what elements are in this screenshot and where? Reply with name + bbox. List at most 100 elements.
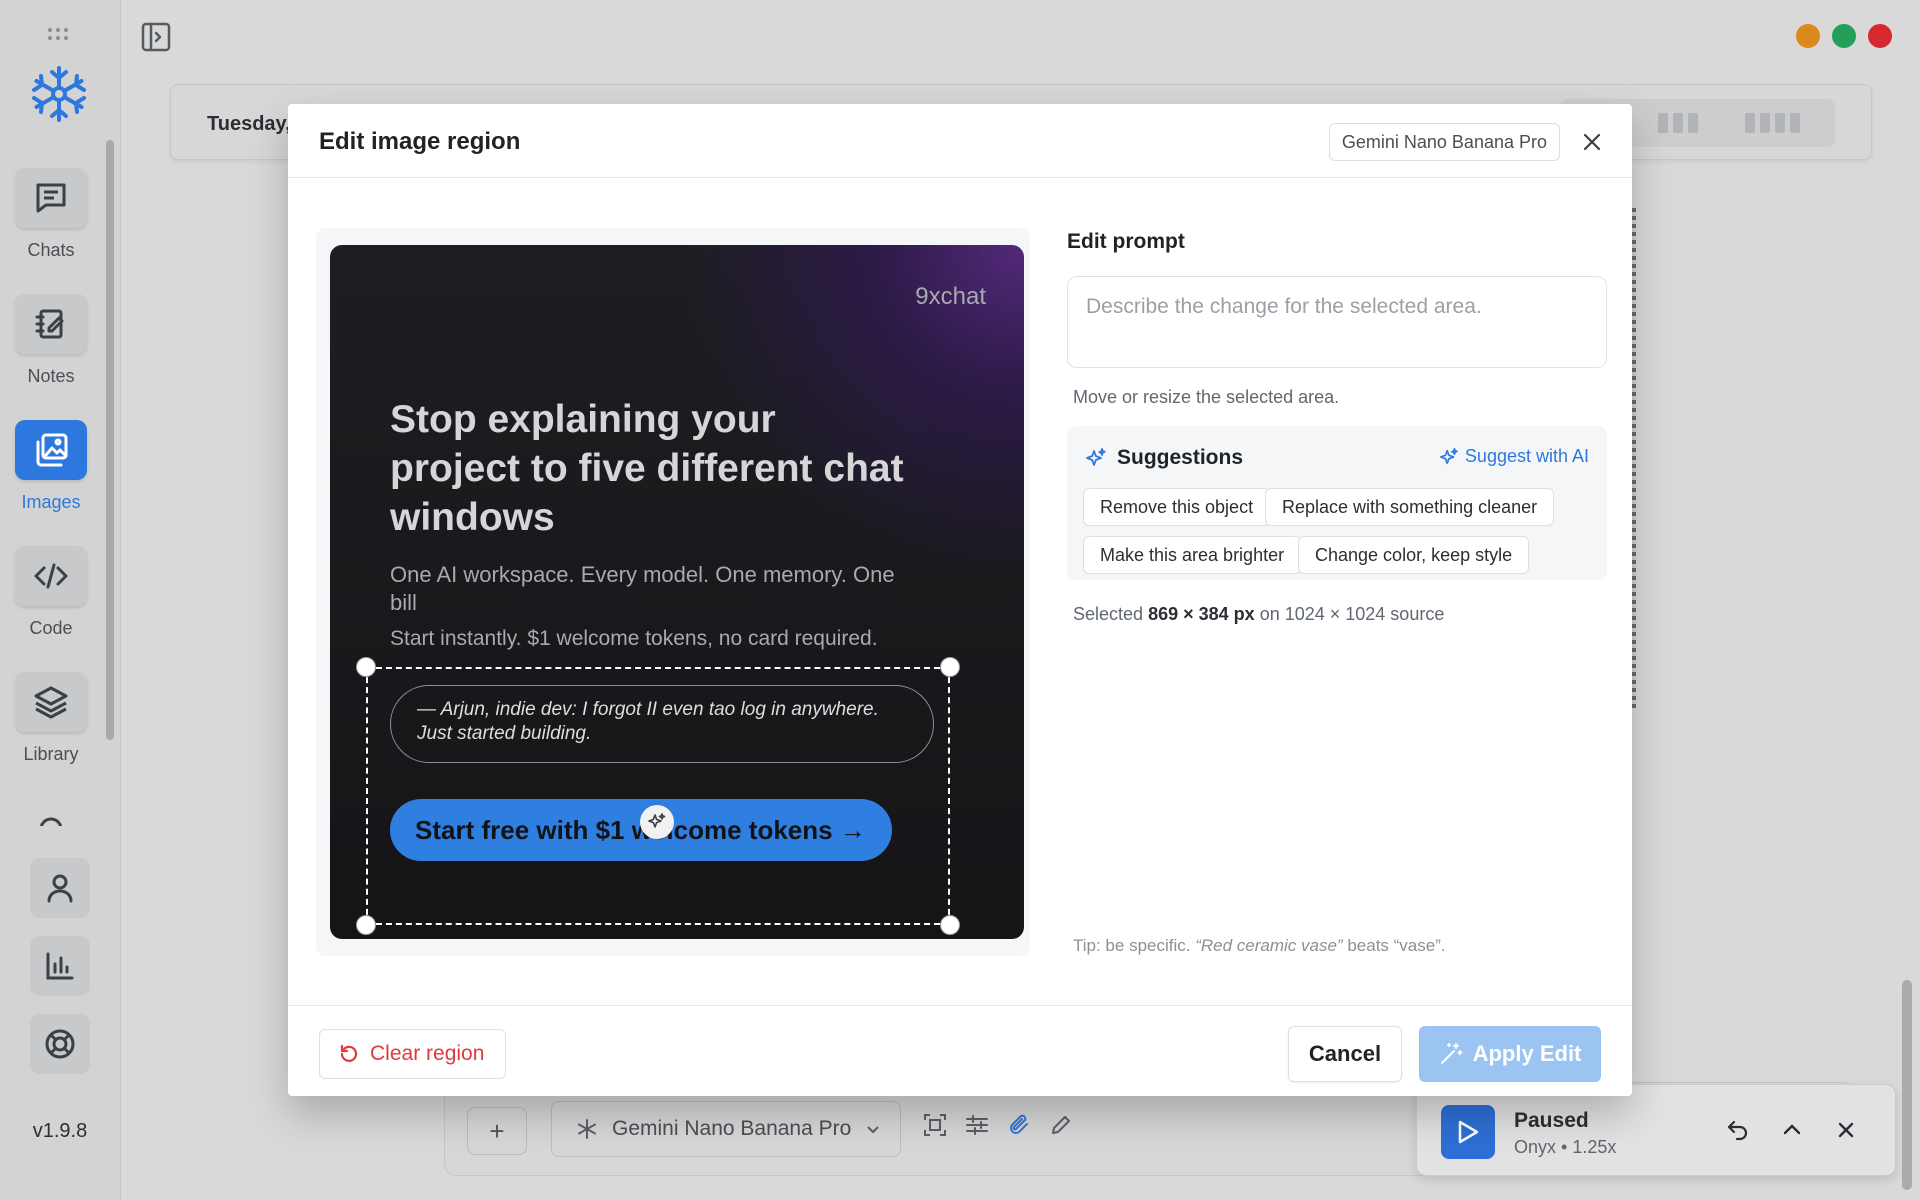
undo-icon xyxy=(1727,1120,1748,1141)
play-button[interactable] xyxy=(1441,1105,1495,1159)
sidebar-scrollbar[interactable] xyxy=(106,140,114,740)
sidebar-toggle-icon[interactable] xyxy=(141,22,171,52)
window-close-button[interactable] xyxy=(1868,24,1892,48)
dialog-footer: Clear region Cancel Apply Edit xyxy=(288,1005,1632,1096)
analytics-button[interactable] xyxy=(30,936,90,996)
resize-handle-top-right[interactable] xyxy=(940,657,960,677)
snowflake-logo-icon[interactable] xyxy=(29,64,89,124)
suggestion-chip-brighter[interactable]: Make this area brighter xyxy=(1083,536,1302,574)
window-maximize-button[interactable] xyxy=(1832,24,1856,48)
selection-hint: Move or resize the selected area. xyxy=(1073,387,1340,407)
cancel-button[interactable]: Cancel xyxy=(1288,1026,1402,1082)
suggest-with-ai-label: Suggest with AI xyxy=(1464,446,1589,466)
clear-region-label: Clear region xyxy=(370,1042,485,1065)
pencil-icon[interactable] xyxy=(1049,1113,1073,1137)
reset-icon xyxy=(340,1044,358,1062)
sidebar-item-library[interactable]: Library xyxy=(0,672,102,765)
tip-trail: beats “vase”. xyxy=(1347,936,1446,955)
composer-tools xyxy=(923,1113,1073,1137)
selection-size: 869 × 384 px xyxy=(1148,604,1255,624)
tip-lead: Tip: be specific. xyxy=(1073,936,1191,955)
sidebar-item-notes[interactable]: Notes xyxy=(0,294,102,387)
close-icon xyxy=(1583,133,1601,151)
expand-button[interactable] xyxy=(1777,1115,1807,1145)
sidebar-item-images[interactable]: Images xyxy=(0,420,102,513)
play-icon xyxy=(1458,1120,1479,1144)
player-close-button[interactable] xyxy=(1831,1115,1861,1145)
images-icon xyxy=(36,433,68,467)
edit-image-region-dialog: Edit image region Gemini Nano Banana Pro… xyxy=(288,104,1632,1096)
player-status: Paused xyxy=(1514,1109,1589,1132)
dialog-header: Edit image region Gemini Nano Banana Pro xyxy=(288,104,1632,178)
suggestion-chip-recolor[interactable]: Change color, keep style xyxy=(1298,536,1530,574)
sidebar-label-chats: Chats xyxy=(27,240,75,260)
user-icon xyxy=(47,874,73,903)
notebook-icon xyxy=(35,309,64,339)
sidebar-tile-code[interactable] xyxy=(15,546,87,606)
image-brand-text: 9xchat xyxy=(915,283,986,310)
chat-icon xyxy=(36,183,66,213)
undo-button[interactable] xyxy=(1723,1115,1753,1145)
edit-prompt-input[interactable] xyxy=(1067,276,1607,368)
region-ai-button[interactable] xyxy=(640,805,674,839)
sidebar-item-code[interactable]: Code xyxy=(0,546,102,639)
sidebar-label-code: Code xyxy=(29,618,73,638)
suggestions-title: Suggestions xyxy=(1117,446,1244,469)
sidebar-tile-library[interactable] xyxy=(15,672,87,732)
selection-region[interactable] xyxy=(366,667,950,925)
add-attachment-button[interactable]: + xyxy=(467,1107,527,1155)
apply-edit-label: Apply Edit xyxy=(1472,1041,1582,1066)
sparkles-icon xyxy=(1086,448,1106,466)
window-minimize-button[interactable] xyxy=(1796,24,1820,48)
suggestion-chip-replace[interactable]: Replace with something cleaner xyxy=(1265,488,1555,526)
scan-icon[interactable] xyxy=(923,1113,947,1137)
sparkle-icon xyxy=(648,813,666,828)
apps-grid-icon[interactable] xyxy=(48,28,70,40)
window-controls xyxy=(1796,24,1892,48)
edit-prompt-label: Edit prompt xyxy=(1067,230,1185,253)
sidebar-label-notes: Notes xyxy=(27,366,75,386)
sliders-icon[interactable] xyxy=(965,1113,989,1137)
settings-gear-icon-clipped[interactable] xyxy=(30,796,84,826)
resize-handle-bottom-left[interactable] xyxy=(356,915,376,935)
sidebar-tile-chats[interactable] xyxy=(15,168,87,228)
selection-info-suffix: on 1024 × 1024 source xyxy=(1259,604,1445,624)
apply-edit-button[interactable]: Apply Edit xyxy=(1419,1026,1601,1082)
model-badge: Gemini Nano Banana Pro xyxy=(1328,123,1560,161)
image-note: Start instantly. $1 welcome tokens, no c… xyxy=(390,627,878,650)
audio-player: Paused Onyx • 1.25x xyxy=(1416,1084,1896,1176)
resize-handle-bottom-right[interactable] xyxy=(940,915,960,935)
sidebar-label-images: Images xyxy=(21,492,81,512)
suggest-with-ai-button[interactable]: Suggest with AI xyxy=(1439,446,1589,467)
chevron-down-icon xyxy=(867,1126,880,1134)
suggestion-chip-remove[interactable]: Remove this object xyxy=(1083,488,1271,526)
player-voice: Onyx • 1.25x xyxy=(1514,1137,1617,1157)
app-version: v1.9.8 xyxy=(32,1120,88,1142)
app-sidebar: Chats Notes Images Code Library v1.9.8 xyxy=(0,0,121,1200)
help-button[interactable] xyxy=(30,1014,90,1074)
source-image[interactable]: 9xchat Stop explaining your project to f… xyxy=(330,245,1024,939)
code-icon xyxy=(34,563,68,589)
sparkles-icon xyxy=(1439,447,1458,464)
dialog-close-button[interactable] xyxy=(1576,126,1608,158)
layers-icon xyxy=(34,686,68,719)
account-button[interactable] xyxy=(30,858,90,918)
model-selector[interactable]: Gemini Nano Banana Pro xyxy=(551,1101,901,1157)
sidebar-tile-notes[interactable] xyxy=(15,294,87,354)
paperclip-icon[interactable] xyxy=(1007,1113,1031,1137)
sidebar-item-chats[interactable]: Chats xyxy=(0,168,102,261)
close-icon xyxy=(1838,1122,1854,1138)
sidebar-label-library: Library xyxy=(23,744,79,764)
main-scrollbar[interactable] xyxy=(1902,980,1912,1190)
suggestions-heading: Suggestions xyxy=(1085,446,1243,470)
image-headline: Stop explaining your project to five dif… xyxy=(390,398,904,539)
resize-handle-top-left[interactable] xyxy=(356,657,376,677)
suggestions-panel: Suggestions Suggest with AI Remove this … xyxy=(1067,426,1607,580)
sidebar-tile-images[interactable] xyxy=(15,420,87,480)
dialog-title: Edit image region xyxy=(319,128,521,155)
image-subline: One AI workspace. Every model. One memor… xyxy=(390,562,895,615)
bar-chart-icon xyxy=(46,952,74,980)
clear-region-button[interactable]: Clear region xyxy=(319,1029,506,1079)
background-date: Tuesday, xyxy=(207,113,291,135)
model-selector-label: Gemini Nano Banana Pro xyxy=(612,1117,852,1140)
